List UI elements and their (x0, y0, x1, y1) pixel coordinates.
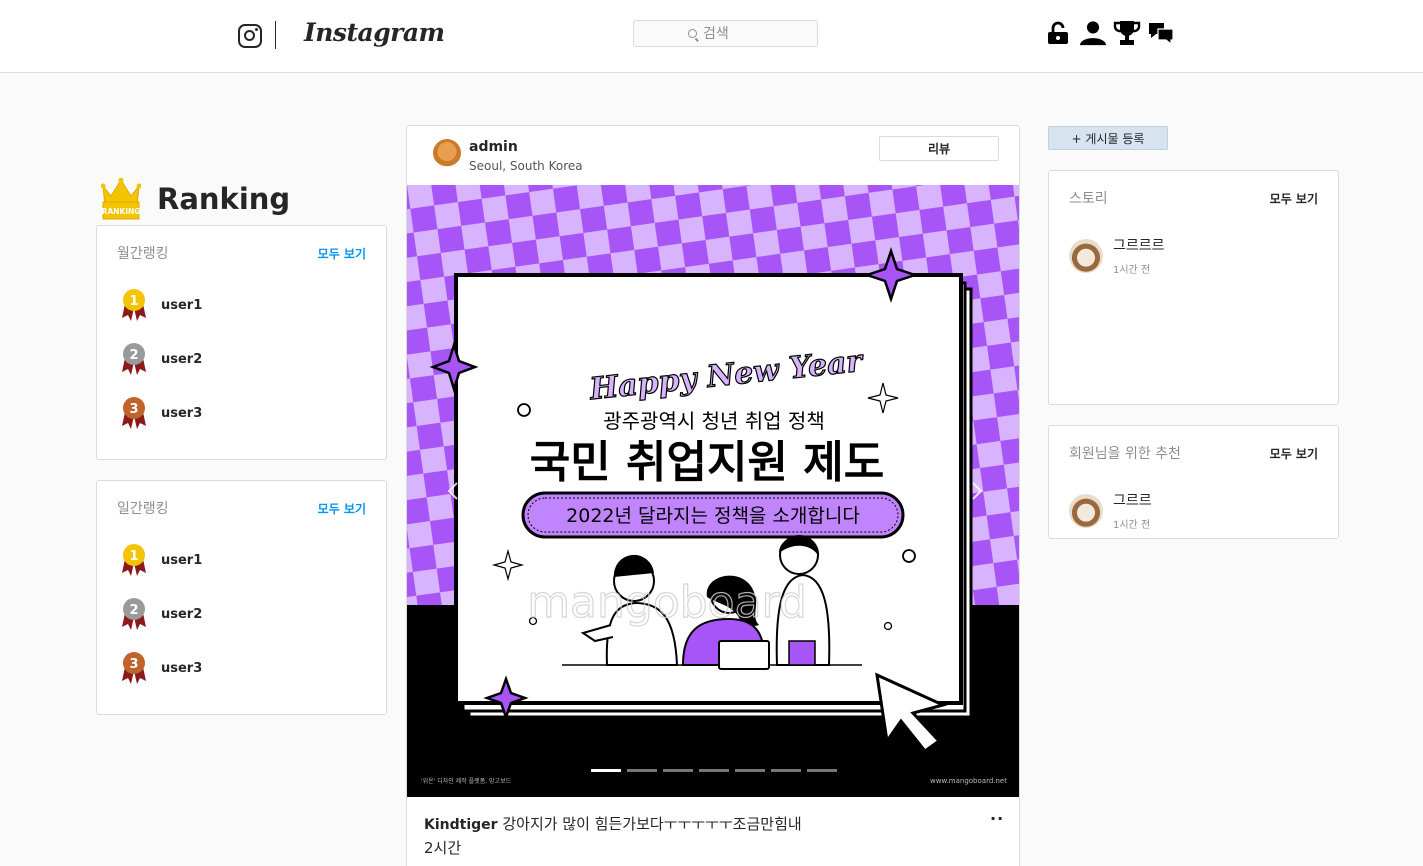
story-avatar[interactable] (1069, 238, 1103, 273)
recommendation-see-all[interactable]: 모두 보기 (1270, 445, 1318, 462)
new-post-button[interactable]: + 게시물 등록 (1048, 126, 1168, 150)
recommendation-username[interactable]: 그르르 (1113, 490, 1152, 510)
recommendation-card: 회원님을 위한 추천 모두 보기 그르르 1시간 전 (1048, 425, 1339, 539)
ranking-row[interactable]: 2 user2 (119, 342, 202, 376)
ranking-username[interactable]: user3 (161, 661, 202, 676)
image-pill-text: 2022년 달라지는 정책을 소개합니다 (566, 505, 860, 527)
ranking-row[interactable]: 3 user3 (119, 651, 202, 685)
svg-text:3: 3 (129, 402, 138, 417)
silver-medal-icon: 2 (119, 597, 149, 631)
gold-medal-icon: 1 (119, 543, 149, 577)
post-location[interactable]: Seoul, South Korea (469, 159, 583, 173)
carousel-dot[interactable] (735, 769, 765, 772)
ranking-username[interactable]: user1 (161, 298, 202, 313)
monthly-ranking-title: 월간랭킹 (117, 246, 169, 262)
bronze-medal-icon: 3 (119, 396, 149, 430)
caption-username[interactable]: Kindtiger (424, 817, 498, 833)
story-title: 스토리 (1069, 191, 1108, 207)
svg-text:1: 1 (129, 294, 138, 309)
ranking-username[interactable]: user3 (161, 406, 202, 421)
svg-text:2: 2 (129, 603, 138, 618)
nav-icons (1045, 19, 1175, 47)
monthly-ranking-see-all[interactable]: 모두 보기 (318, 245, 366, 262)
post-author-avatar[interactable] (433, 139, 461, 167)
post-caption: Kindtiger 강아지가 많이 힘든가보다ㅜㅜㅜㅜㅜ조금만힘내 (424, 813, 802, 834)
ranking-row[interactable]: 1 user1 (119, 543, 202, 577)
bronze-medal-icon: 3 (119, 651, 149, 685)
post-timestamp: 2시간 (424, 839, 462, 857)
story-card: 스토리 모두 보기 그르르르 1시간 전 (1048, 170, 1339, 405)
story-item[interactable]: 그르르르 1시간 전 (1069, 235, 1165, 276)
recommendation-title: 회원님을 위한 추천 (1069, 446, 1181, 462)
top-navigation-bar: Instagram (0, 0, 1423, 73)
search-box[interactable] (633, 20, 818, 47)
feed-post: admin Seoul, South Korea 리뷰 Happy New Ye… (406, 125, 1020, 866)
trophy-icon[interactable] (1113, 19, 1141, 47)
svg-text:1: 1 (129, 549, 138, 564)
recommendation-item[interactable]: 그르르 1시간 전 (1069, 490, 1152, 531)
image-headline: 국민 취업지원 제도 (530, 437, 884, 488)
story-username[interactable]: 그르르르 (1113, 235, 1165, 255)
caption-text: 강아지가 많이 힘든가보다ㅜㅜㅜㅜㅜ조금만힘내 (502, 815, 802, 833)
messages-icon[interactable] (1147, 19, 1175, 47)
ranking-row[interactable]: 2 user2 (119, 597, 202, 631)
post-image-carousel[interactable]: Happy New Year 광주광역시 청년 취업 정책 국민 취업지원 제도… (407, 185, 1019, 797)
daily-ranking-see-all[interactable]: 모두 보기 (318, 500, 366, 517)
post-author-username[interactable]: admin (469, 139, 518, 155)
recommendation-avatar[interactable] (1069, 493, 1103, 528)
image-watermark: mangoboard (527, 577, 807, 628)
monthly-ranking-card: 월간랭킹 모두 보기 1 user1 2 user2 3 user3 (96, 225, 387, 460)
svg-text:3: 3 (129, 657, 138, 672)
recommendation-time: 1시간 전 (1113, 520, 1151, 531)
carousel-dot[interactable] (699, 769, 729, 772)
silver-medal-icon: 2 (119, 342, 149, 376)
carousel-dot[interactable] (627, 769, 657, 772)
crown-label: RANKING (102, 207, 141, 216)
image-footer-left: '위온' 디자인 제작 플랫폼, 망고보드 (421, 777, 512, 785)
story-time: 1시간 전 (1113, 265, 1151, 276)
search-input[interactable] (703, 25, 763, 42)
carousel-dot[interactable] (807, 769, 837, 772)
daily-ranking-title: 일간랭킹 (117, 501, 169, 517)
search-icon (688, 29, 697, 38)
carousel-dot[interactable] (663, 769, 693, 772)
user-icon[interactable] (1079, 19, 1107, 47)
ranking-heading: RANKING Ranking (100, 177, 291, 220)
ranking-username[interactable]: user2 (161, 352, 202, 367)
carousel-dot[interactable] (591, 769, 621, 772)
post-options-icon[interactable]: ·· (990, 809, 1004, 828)
review-button[interactable]: 리뷰 (879, 136, 999, 161)
image-footer-right: www.mangoboard.net (930, 777, 1007, 785)
carousel-dot[interactable] (771, 769, 801, 772)
instagram-logo-icon[interactable] (238, 24, 262, 48)
ranking-username[interactable]: user2 (161, 607, 202, 622)
ranking-row[interactable]: 3 user3 (119, 396, 202, 430)
story-see-all[interactable]: 모두 보기 (1270, 190, 1318, 207)
ranking-username[interactable]: user1 (161, 553, 202, 568)
logo-divider (275, 21, 276, 49)
ranking-crown-icon: RANKING (100, 177, 142, 220)
ranking-row[interactable]: 1 user1 (119, 288, 202, 322)
instagram-wordmark[interactable]: Instagram (304, 18, 445, 47)
gold-medal-icon: 1 (119, 288, 149, 322)
image-subtitle: 광주광역시 청년 취업 정책 (603, 409, 824, 433)
carousel-indicator[interactable] (591, 769, 837, 772)
unlock-icon[interactable] (1045, 19, 1073, 47)
svg-text:2: 2 (129, 348, 138, 363)
daily-ranking-card: 일간랭킹 모두 보기 1 user1 2 user2 3 user3 (96, 480, 387, 715)
ranking-title: Ranking (157, 182, 291, 216)
